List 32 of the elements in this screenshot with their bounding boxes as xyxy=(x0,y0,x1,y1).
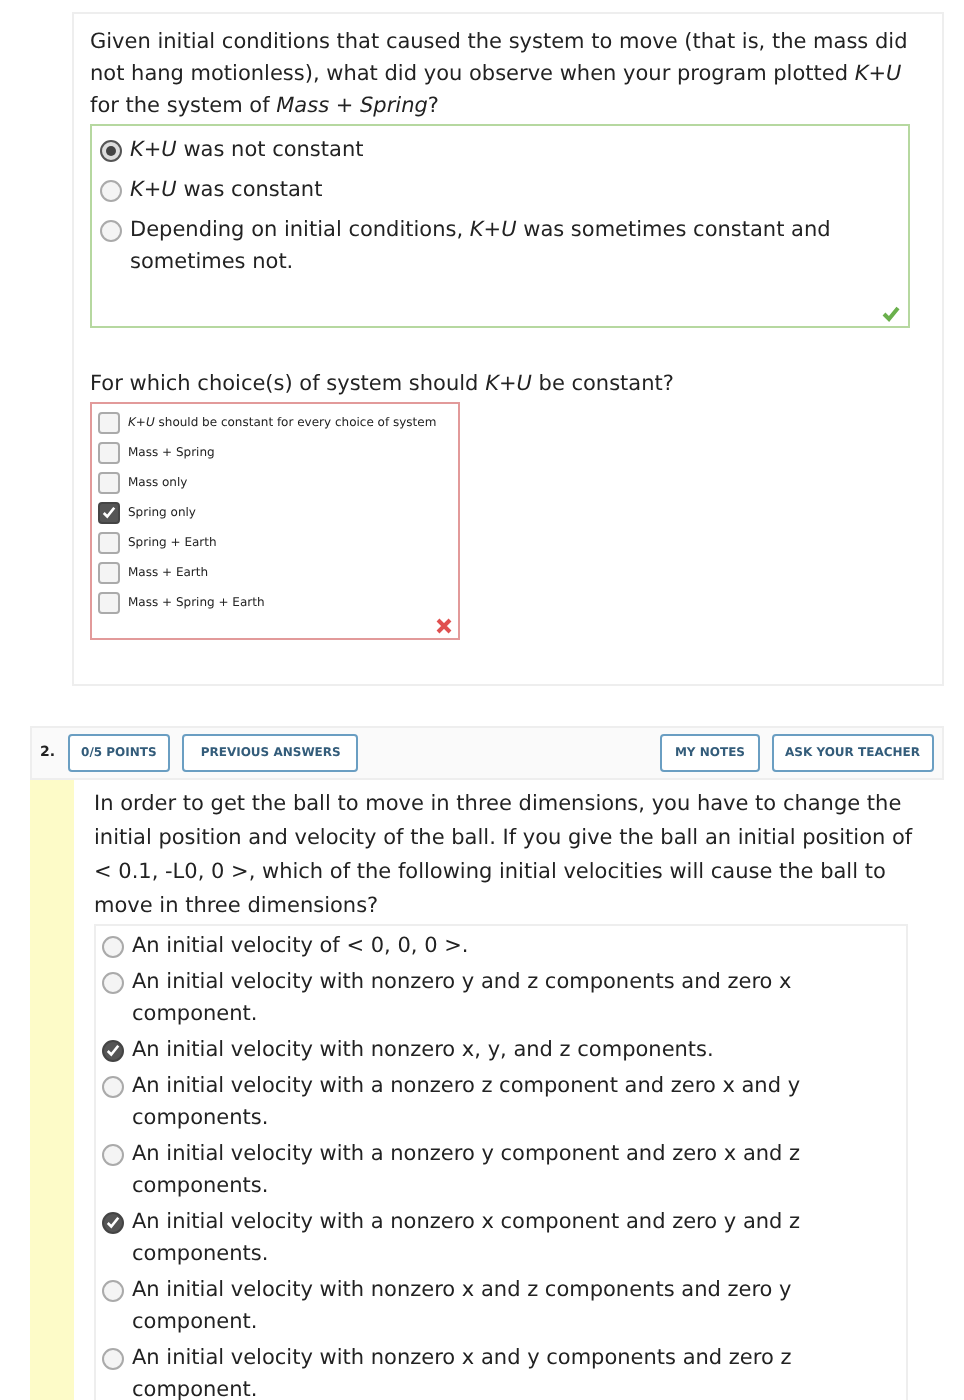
question-text: In order to get the ball to move in three dimensions, you have to change the initial position and velocity of the ball. If you give the ball an initial position of < 0.1, -L0, 0 >, which of the following initial velocities will cause the ball to move in three dimensions? xyxy=(94,790,915,922)
checkbox[interactable] xyxy=(98,472,120,494)
option-text: An initial velocity of < 0, 0, 0 >. xyxy=(132,932,469,962)
checkbox[interactable] xyxy=(98,592,120,614)
question-text: Given initial conditions that caused the system to move (that is, the mass did not hang motionless), what did you observe when your program plotted K+U for the system of Mass + Spring? xyxy=(90,28,910,122)
checkbox[interactable] xyxy=(102,936,124,958)
checkbox[interactable] xyxy=(98,532,120,554)
option-text: An initial velocity with nonzero x, y, and z components. xyxy=(132,1036,714,1066)
checkbox[interactable] xyxy=(98,502,120,524)
checkbox[interactable] xyxy=(102,1280,124,1302)
checkbox[interactable] xyxy=(102,1212,124,1234)
checkbox[interactable] xyxy=(102,1040,124,1062)
checkbox[interactable] xyxy=(102,1348,124,1370)
checkbox[interactable] xyxy=(102,972,124,994)
option-text: An initial velocity with a nonzero z component and zero x and y components. xyxy=(132,1072,803,1134)
checkbox[interactable] xyxy=(98,412,120,434)
checkbox[interactable] xyxy=(102,1144,124,1166)
radio-button[interactable] xyxy=(100,140,122,162)
option-text: An initial velocity with a nonzero y component and zero x and z components. xyxy=(132,1140,803,1202)
option-text: K+U was constant xyxy=(130,176,323,206)
radio-button[interactable] xyxy=(100,220,122,242)
checkbox[interactable] xyxy=(102,1076,124,1098)
question-text: For which choice(s) of system should K+U be constant? xyxy=(90,370,676,400)
option-text: K+U was not constant xyxy=(130,136,364,166)
option-text: An initial velocity with a nonzero x component and zero y and z components. xyxy=(132,1208,803,1270)
radio-button[interactable] xyxy=(100,180,122,202)
checkbox[interactable] xyxy=(98,562,120,584)
option-text: Depending on initial conditions, K+U was sometimes constant and sometimes not. xyxy=(130,216,833,278)
option-text: An initial velocity with nonzero x and y components and zero z component. xyxy=(132,1344,794,1400)
checkbox[interactable] xyxy=(98,442,120,464)
option-text: An initial velocity with nonzero y and z components and zero x component. xyxy=(132,968,794,1030)
option-text: An initial velocity with nonzero x and z components and zero y component. xyxy=(132,1276,794,1338)
